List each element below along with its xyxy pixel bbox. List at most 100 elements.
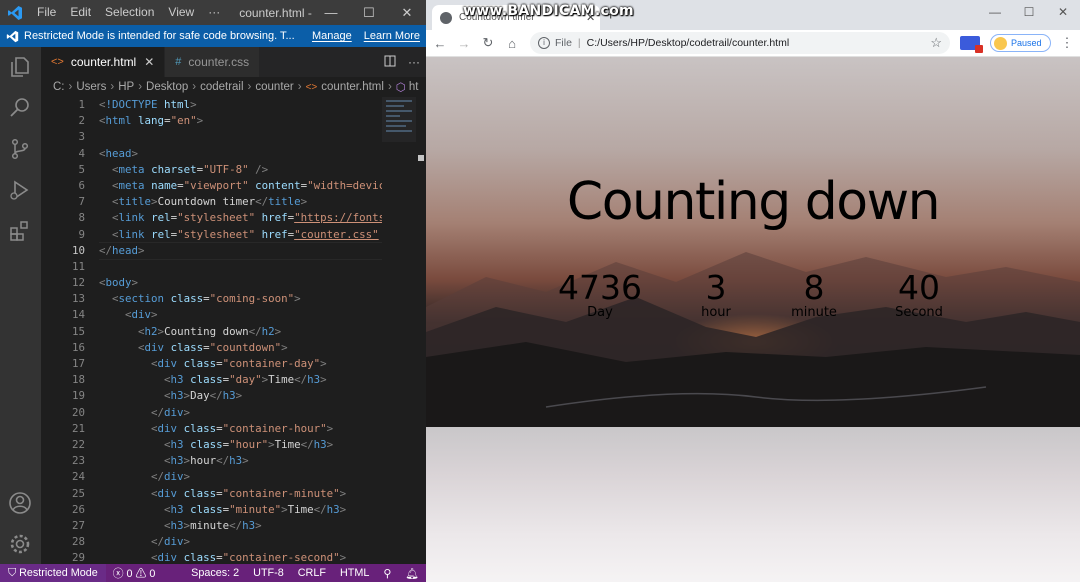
code-line[interactable]: <head> — [99, 146, 382, 162]
explorer-icon[interactable] — [8, 55, 32, 79]
tab-close-icon[interactable]: ✕ — [144, 55, 154, 69]
code-line[interactable] — [99, 129, 382, 145]
browser-minimize-button[interactable]: — — [978, 0, 1012, 24]
chevron-right-icon: › — [247, 81, 252, 93]
search-icon[interactable] — [8, 96, 32, 120]
code-line[interactable]: <div class="container-hour"> — [99, 421, 382, 437]
extension-icon[interactable] — [960, 36, 983, 53]
code-line[interactable]: </head> — [99, 241, 382, 260]
profile-button[interactable]: Paused — [990, 34, 1051, 52]
bell-icon[interactable]: 🔔︎ — [398, 567, 426, 580]
extensions-icon[interactable] — [8, 219, 32, 243]
chevron-right-icon: › — [68, 81, 73, 93]
countdown-hour-label: hour — [701, 305, 731, 320]
countdown-second-value: 40 — [898, 268, 940, 307]
kebab-menu-icon[interactable]: ⋮ — [1061, 35, 1074, 51]
breadcrumb-item[interactable]: counter — [255, 81, 293, 93]
code-line[interactable]: <div class="container-minute"> — [99, 486, 382, 502]
code-line[interactable]: <h3>Day</h3> — [99, 388, 382, 404]
breadcrumb-item[interactable]: codetrail — [200, 81, 243, 93]
profile-status: Paused — [1011, 38, 1042, 48]
menu-selection[interactable]: Selection — [98, 0, 161, 25]
breadcrumb-item[interactable]: counter.html — [321, 81, 384, 93]
code-line[interactable]: <div class="countdown"> — [99, 340, 382, 356]
menu-edit[interactable]: Edit — [63, 0, 98, 25]
code-line[interactable]: <meta name="viewport" content="width=dev… — [99, 178, 382, 194]
code-line[interactable]: <link rel="stylesheet" href="https://fon… — [99, 210, 382, 226]
breadcrumb-item[interactable]: C: — [53, 81, 65, 93]
code-line[interactable]: <html lang="en"> — [99, 113, 382, 129]
account-icon[interactable] — [8, 491, 32, 515]
vscode-close-button[interactable]: ✕ — [388, 0, 426, 25]
tab-counter-css[interactable]: # counter.css — [165, 47, 261, 77]
countdown-minute: 8 minute — [764, 270, 864, 320]
banner-learn-more-link[interactable]: Learn More — [358, 30, 426, 42]
address-bar[interactable]: i File | C:/Users/HP/Desktop/codetrail/c… — [530, 32, 950, 54]
menu-file[interactable]: File — [30, 0, 63, 25]
bookmark-star-icon[interactable]: ☆ — [930, 35, 942, 51]
vscode-maximize-button[interactable]: ☐ — [350, 0, 388, 25]
run-debug-icon[interactable] — [8, 178, 32, 202]
banner-manage-link[interactable]: Manage — [306, 30, 358, 42]
code-editor[interactable]: 1 2 3 4 5 6 7 8 9 10 11 12 13 14 15 16 17 18 19 20 21 22 23 24 2… — [41, 97, 426, 564]
vscode-logo-icon — [0, 0, 30, 25]
back-icon[interactable]: ← — [428, 36, 452, 51]
code-line[interactable]: <section class="coming-soon"> — [99, 291, 382, 307]
gear-icon[interactable] — [8, 532, 32, 556]
code-line[interactable]: <div class="container-day"> — [99, 356, 382, 372]
menu-more[interactable]: ··· — [201, 0, 227, 25]
split-editor-icon[interactable] — [378, 55, 402, 70]
code-line[interactable]: <body> — [99, 275, 382, 291]
scrollbar-marker[interactable] — [418, 155, 424, 161]
breadcrumb-item[interactable]: ht — [409, 81, 419, 93]
code-line[interactable]: <meta charset="UTF-8" /> — [99, 162, 382, 178]
more-actions-icon[interactable]: ··· — [402, 55, 426, 69]
line-number: 1 — [78, 98, 85, 111]
menu-view[interactable]: View — [161, 0, 201, 25]
code-line[interactable]: <h3>hour</h3> — [99, 453, 382, 469]
code-line[interactable]: <title>Countdown timer</title> — [99, 194, 382, 210]
chevron-right-icon: › — [110, 81, 115, 93]
code-line[interactable]: <h3 class="minute">Time</h3> — [99, 502, 382, 518]
forward-icon[interactable]: → — [452, 36, 476, 51]
feedback-icon[interactable]: ⚲ — [376, 567, 398, 580]
status-indentation[interactable]: Spaces: 2 — [184, 567, 246, 579]
web-page: Counting down 4736 Day 3 hour 8 minute 4… — [426, 57, 1080, 582]
code-line[interactable] — [99, 259, 382, 275]
status-encoding[interactable]: UTF-8 — [246, 567, 291, 579]
vscode-minimize-button[interactable]: — — [312, 0, 350, 25]
code-line[interactable]: <link rel="stylesheet" href="counter.css… — [99, 227, 382, 243]
code-line[interactable]: </div> — [99, 405, 382, 421]
code-line[interactable]: <h3>minute</h3> — [99, 518, 382, 534]
code-line[interactable]: <h3 class="day">Time</h3> — [99, 372, 382, 388]
source-control-icon[interactable] — [8, 137, 32, 161]
reload-icon[interactable]: ↻ — [476, 35, 500, 51]
code-line[interactable]: <div> — [99, 307, 382, 323]
tab-counter-html[interactable]: <> counter.html ✕ — [41, 47, 166, 77]
line-number: 5 — [78, 162, 85, 176]
status-problems[interactable]: ⓧ 0 ⚠ 0 — [106, 565, 163, 581]
countdown-second-label: Second — [895, 305, 943, 320]
breadcrumb-item[interactable]: Desktop — [146, 81, 188, 93]
page-lower-area — [426, 427, 1080, 582]
minimap[interactable] — [382, 97, 416, 142]
home-icon[interactable]: ⌂ — [500, 36, 524, 51]
status-restricted-mode[interactable]: ⛉ Restricted Mode — [0, 564, 106, 582]
code-line[interactable]: </div> — [99, 469, 382, 485]
info-icon[interactable]: i — [538, 37, 550, 49]
line-number: 25 — [71, 486, 85, 500]
code-line[interactable]: <!DOCTYPE html> — [99, 97, 382, 113]
code-line[interactable]: </div> — [99, 534, 382, 550]
browser-close-button[interactable]: ✕ — [1046, 0, 1080, 24]
breadcrumb-item[interactable]: HP — [118, 81, 134, 93]
breadcrumb-item[interactable]: Users — [76, 81, 106, 93]
status-eol[interactable]: CRLF — [291, 567, 333, 579]
browser-maximize-button[interactable]: ☐ — [1012, 0, 1046, 24]
url-scheme-label: File — [555, 37, 572, 49]
code-line[interactable]: <h2>Counting down</h2> — [99, 324, 382, 340]
code-line[interactable]: <div class="container-second"> — [99, 550, 382, 564]
url-text[interactable]: C:/Users/HP/Desktop/codetrail/counter.ht… — [587, 37, 790, 49]
code-line[interactable]: <h3 class="hour">Time</h3> — [99, 437, 382, 453]
code-area[interactable]: <!DOCTYPE html> <html lang="en"> <head> <m… — [99, 97, 382, 564]
status-language[interactable]: HTML — [333, 567, 376, 579]
